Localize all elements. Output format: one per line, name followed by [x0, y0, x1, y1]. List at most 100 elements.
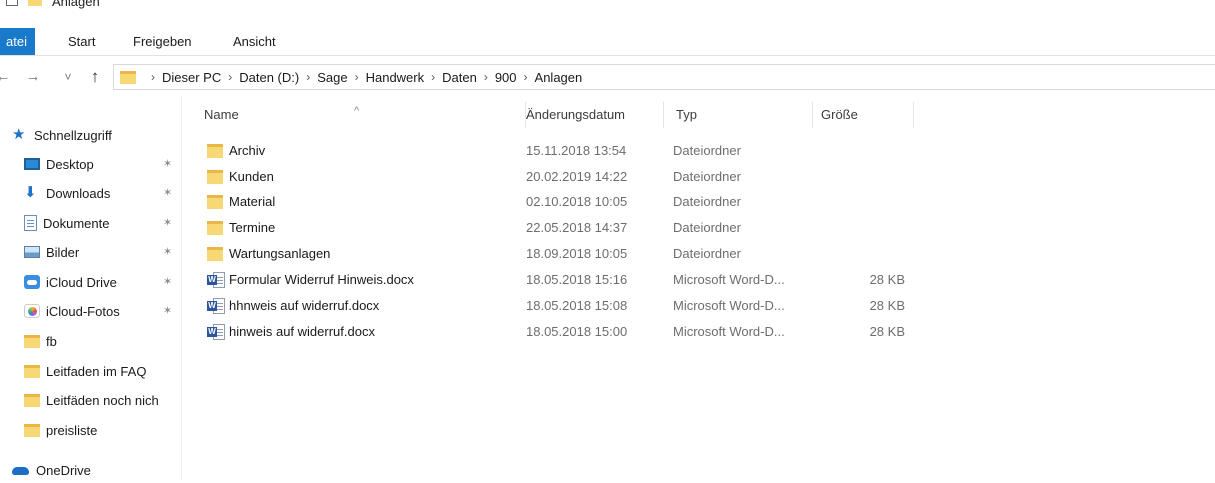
file-name: Archiv [229, 143, 266, 158]
desktop-icon [24, 158, 40, 170]
pin-icon[interactable]: ✶ [163, 275, 172, 288]
file-name: Material [229, 194, 276, 209]
forward-arrow-icon[interactable]: → [24, 66, 42, 88]
file-size [821, 164, 905, 190]
photos-icon [24, 304, 40, 318]
column-header-label: Name [204, 107, 239, 122]
file-type: Microsoft Word-D... [673, 298, 785, 313]
file-name: Wartungsanlagen [229, 246, 331, 261]
address-row: ← → ˅ ↑ › Dieser PC › Daten (D:) › Sage … [0, 62, 1215, 92]
breadcrumb-dieser-pc[interactable]: Dieser PC [162, 70, 221, 85]
table-row[interactable]: Termine 22.05.2018 14:37 Dateiordner [183, 215, 1215, 241]
file-size [821, 138, 905, 164]
table-row[interactable]: Wartungsanlagen 18.09.2018 10:05 Dateior… [183, 241, 1215, 267]
nav-item-preisliste[interactable]: preisliste [0, 417, 182, 443]
tab-datei[interactable]: atei [0, 28, 35, 55]
nav-item-label: iCloud Drive [46, 274, 117, 290]
nav-item-dokumente[interactable]: Dokumente ✶ [0, 210, 182, 236]
breadcrumb-sage[interactable]: Sage [317, 70, 347, 85]
file-type: Dateiordner [673, 246, 741, 261]
navigation-pane: Schnellzugriff Desktop ✶ Downloads ✶ Dok… [0, 96, 182, 480]
column-header-type[interactable]: Typ [668, 102, 813, 128]
file-date: 18.09.2018 10:05 [526, 246, 628, 261]
nav-item-bilder[interactable]: Bilder ✶ [0, 239, 182, 265]
file-list: Name ^ Änderungsdatum Typ Größe Archiv 1… [183, 96, 1215, 480]
breadcrumb-900[interactable]: 900 [495, 70, 517, 85]
file-date: 18.05.2018 15:16 [526, 272, 628, 287]
folder-icon [24, 334, 40, 348]
file-date: 02.10.2018 10:05 [526, 194, 628, 209]
pin-icon[interactable]: ✶ [163, 216, 172, 229]
icloud-icon [24, 275, 40, 289]
nav-item-onedrive[interactable]: OneDrive [0, 457, 182, 483]
file-date: 18.05.2018 15:08 [526, 298, 628, 313]
nav-item-fb[interactable]: fb [0, 328, 182, 354]
pin-icon[interactable]: ✶ [163, 157, 172, 170]
table-row[interactable]: Whinweis auf widerruf.docx 18.05.2018 15… [183, 319, 1215, 345]
nav-item-downloads[interactable]: Downloads ✶ [0, 180, 182, 206]
file-size: 28 KB [869, 298, 905, 313]
breadcrumb-daten[interactable]: Daten [442, 70, 477, 85]
chevron-right-icon[interactable]: › [151, 70, 155, 84]
chevron-right-icon[interactable]: › [484, 70, 488, 84]
file-size [821, 241, 905, 267]
chevron-right-icon[interactable]: › [524, 70, 528, 84]
folder-icon [207, 170, 223, 184]
tab-ansicht[interactable]: Ansicht [227, 28, 282, 55]
chevron-right-icon[interactable]: › [306, 70, 310, 84]
nav-item-label: Dokumente [43, 215, 110, 231]
file-date: 18.05.2018 15:00 [526, 324, 628, 339]
folder-icon [207, 195, 223, 209]
tab-start[interactable]: Start [62, 28, 101, 55]
nav-quick-access[interactable]: Schnellzugriff [0, 122, 182, 148]
title-bar: Anlagen [0, 0, 1215, 28]
file-date: 22.05.2018 14:37 [526, 220, 628, 235]
nav-item-leitfaden-im-faq[interactable]: Leitfaden im FAQ [0, 358, 182, 384]
file-date: 15.11.2018 13:54 [526, 143, 627, 158]
file-name: Kunden [229, 169, 274, 184]
folder-icon [24, 423, 40, 437]
breadcrumb-anlagen[interactable]: Anlagen [535, 70, 583, 85]
file-size: 28 KB [869, 272, 905, 287]
breadcrumb-daten-d[interactable]: Daten (D:) [239, 70, 299, 85]
word-document-icon: W [207, 271, 225, 289]
chevron-right-icon[interactable]: › [355, 70, 359, 84]
pin-icon[interactable]: ✶ [163, 186, 172, 199]
tab-freigeben[interactable]: Freigeben [127, 28, 198, 55]
file-size [821, 215, 905, 241]
up-arrow-icon[interactable]: ↑ [86, 66, 104, 88]
back-arrow-icon[interactable]: ← [0, 66, 12, 88]
column-header-date[interactable]: Änderungsdatum [518, 102, 664, 128]
chevron-right-icon[interactable]: › [431, 70, 435, 84]
nav-item-label: preisliste [46, 422, 98, 438]
column-header-name[interactable]: Name ^ [196, 102, 526, 128]
column-header-size[interactable]: Größe [813, 102, 914, 128]
nav-item-leitfaeden-noch-nich[interactable]: Leitfäden noch nich [0, 387, 182, 413]
word-document-icon: W [207, 297, 225, 315]
file-type: Microsoft Word-D... [673, 272, 785, 287]
pictures-icon [24, 246, 40, 258]
nav-item-desktop[interactable]: Desktop ✶ [0, 151, 182, 177]
column-header-label: Änderungsdatum [526, 107, 626, 122]
breadcrumb-handwerk[interactable]: Handwerk [366, 70, 425, 85]
nav-item-icloud-fotos[interactable]: iCloud-Fotos ✶ [0, 298, 182, 324]
pin-icon[interactable]: ✶ [163, 304, 172, 317]
chevron-right-icon[interactable]: › [228, 70, 232, 84]
table-row[interactable]: W Formular Widerruf Hinweis.docx 18.05.20… [183, 267, 1215, 293]
recent-locations-chevron-icon[interactable]: ˅ [59, 66, 77, 88]
window-title: Anlagen [52, 0, 100, 9]
nav-item-icloud-drive[interactable]: iCloud Drive ✶ [0, 269, 182, 295]
window-icon[interactable] [6, 0, 18, 6]
table-row[interactable]: Archiv 15.11.2018 13:54 Dateiordner [183, 138, 1215, 164]
file-name: Termine [229, 220, 276, 235]
file-name: Formular Widerruf Hinweis.docx [229, 272, 414, 287]
pin-icon[interactable]: ✶ [163, 245, 172, 258]
address-bar[interactable]: › Dieser PC › Daten (D:) › Sage › Handwe… [113, 64, 1215, 90]
table-row[interactable]: Kunden 20.02.2019 14:22 Dateiordner [183, 164, 1215, 190]
table-row[interactable]: Material 02.10.2018 10:05 Dateiordner [183, 189, 1215, 215]
nav-item-label: Bilder [46, 244, 80, 260]
column-header-label: Größe [821, 107, 858, 122]
file-size [821, 189, 905, 215]
table-row[interactable]: Whhnweis auf widerruf.docx 18.05.2018 15… [183, 293, 1215, 319]
nav-item-label: Downloads [46, 185, 111, 201]
